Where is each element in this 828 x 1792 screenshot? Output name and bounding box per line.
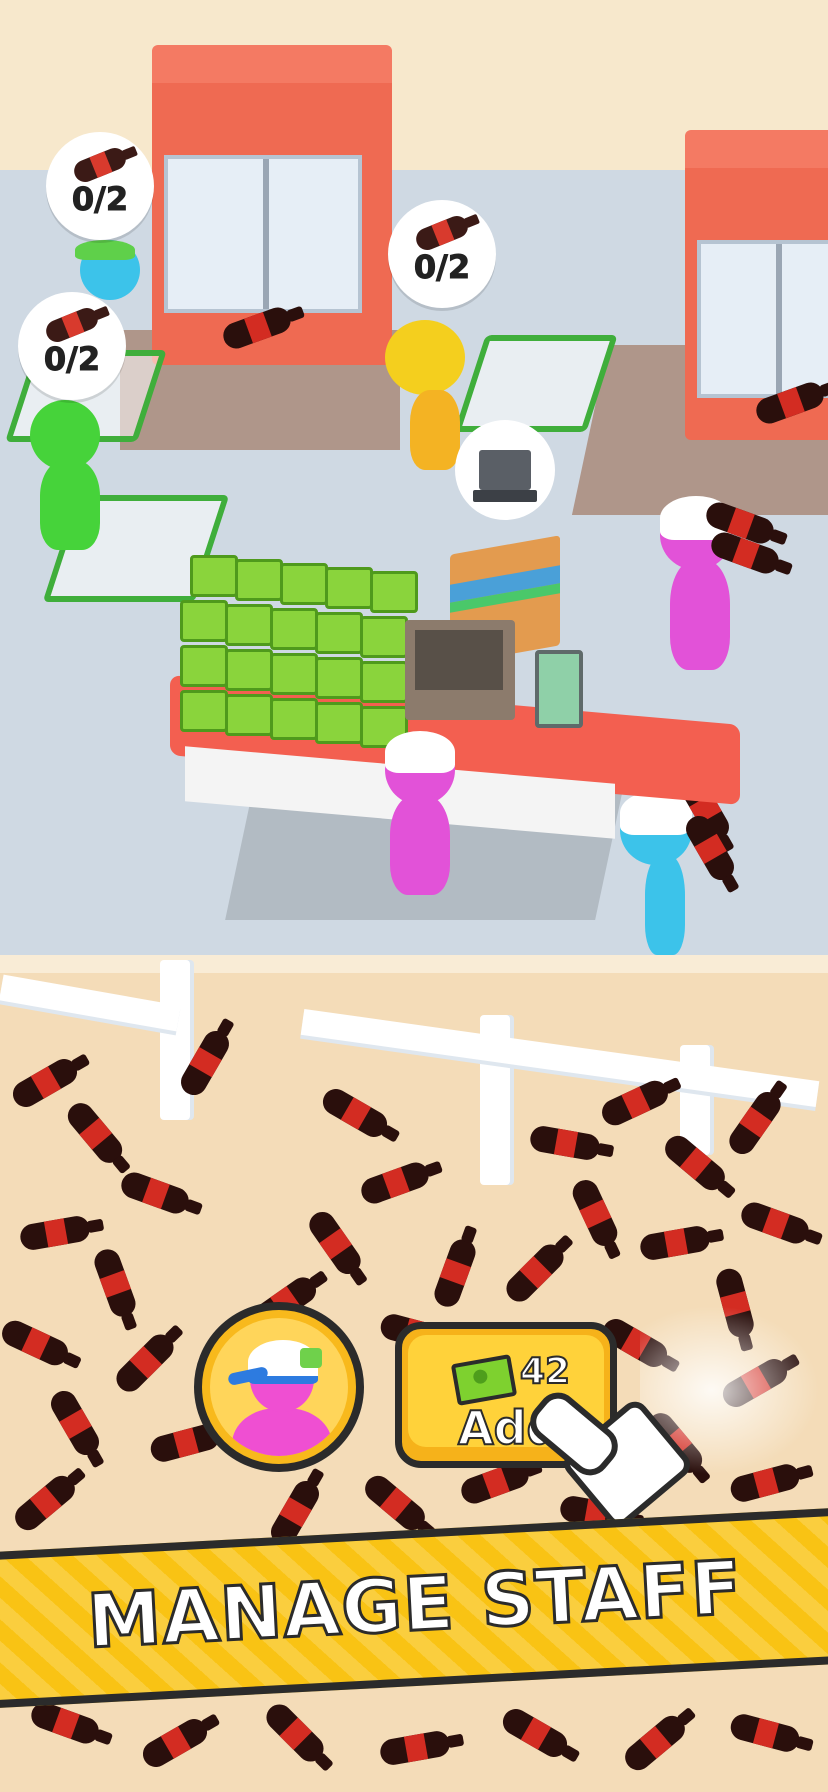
register-bubble: [455, 420, 555, 520]
demand-bubble: 0/2: [18, 292, 126, 400]
hire-price: 42: [519, 1350, 571, 1393]
cola-fridge-left[interactable]: [152, 45, 392, 365]
demand-bubble: 0/2: [388, 200, 496, 308]
fridge-top: [152, 45, 392, 83]
cash-stack[interactable]: [180, 545, 418, 748]
demand-bubble: 0/2: [46, 132, 154, 240]
card-terminal: [535, 650, 583, 728]
cola-fridge-right[interactable]: [685, 130, 828, 440]
fridge-top: [685, 130, 828, 168]
cash-register[interactable]: [405, 620, 515, 720]
staff-avatar-icon: [210, 1318, 348, 1456]
banner-title: MANAGE STAFF: [84, 1543, 746, 1666]
pointer-hand-icon: [522, 1384, 696, 1533]
fridge-glass: [164, 155, 362, 313]
game-scene[interactable]: 0/2 0/2 0/2 42 Add MANAGE STAFF: [0, 0, 828, 1792]
floor-edge: [0, 955, 828, 973]
cash-register-icon: [473, 450, 537, 502]
staff-avatar-button[interactable]: [194, 1302, 364, 1472]
fridge-glass: [697, 240, 828, 398]
